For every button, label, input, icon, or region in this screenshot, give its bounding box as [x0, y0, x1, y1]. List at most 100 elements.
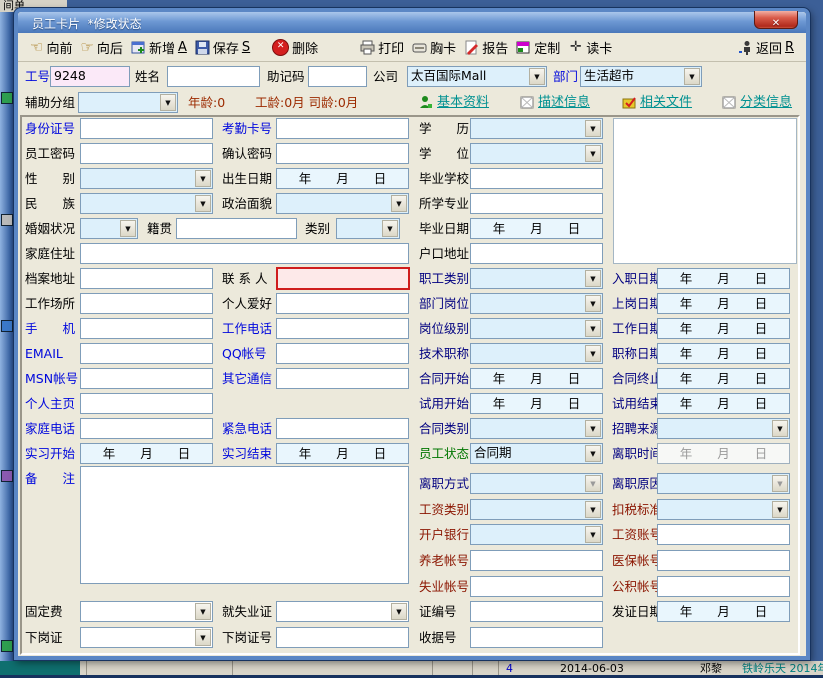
emp-no-input[interactable]: 9248 [50, 66, 130, 87]
tab-related-files[interactable]: 相关文件 [640, 92, 692, 113]
toolbar-readcard-button[interactable]: 读卡 [564, 37, 616, 58]
titlebar[interactable]: 员工卡片 *修改状态 [18, 12, 806, 34]
toolbar-delete-button[interactable]: 删除 [268, 37, 322, 58]
work-date-input[interactable]: 年 月 日 [657, 318, 790, 339]
tab-description[interactable]: 描述信息 [538, 92, 590, 113]
native-place-input[interactable] [176, 218, 297, 239]
laidoff-cert-select[interactable] [80, 627, 213, 648]
email-input[interactable] [80, 343, 213, 364]
grad-school-input[interactable] [470, 168, 603, 189]
intern-start-input[interactable]: 年 月 日 [80, 443, 213, 464]
save-icon [195, 40, 210, 55]
file-check-icon [622, 95, 637, 110]
msn-input[interactable] [80, 368, 213, 389]
toolbar-prev-button[interactable]: 向前 [26, 37, 76, 58]
home-address-input[interactable] [80, 243, 409, 264]
toolbar-print-button[interactable]: 打印 [356, 37, 408, 58]
person-icon [418, 95, 433, 110]
other-comm-input[interactable] [276, 368, 409, 389]
department-select[interactable]: 生活超市 [580, 66, 702, 87]
gender-select[interactable] [80, 168, 213, 189]
dept-post-select[interactable] [470, 293, 603, 314]
trial-end-input[interactable]: 年 月 日 [657, 393, 790, 414]
contact-input[interactable] [276, 267, 410, 290]
date-placeholder: 年 月 日 [680, 445, 768, 463]
tab-basic-info[interactable]: 基本资料 [437, 92, 489, 113]
fixed-fee-select[interactable] [80, 601, 213, 622]
toolbar-badge-button[interactable]: 胸卡 [408, 37, 460, 58]
politics-select[interactable] [276, 193, 409, 214]
unemp-cert-select[interactable] [276, 601, 409, 622]
close-button[interactable] [754, 11, 798, 29]
intern-end-input[interactable]: 年 月 日 [276, 443, 409, 464]
label-contract-end: 合同终止 [612, 368, 662, 389]
medical-account-input[interactable] [657, 550, 790, 571]
recruit-source-select[interactable] [657, 418, 790, 439]
salary-account-input[interactable] [657, 524, 790, 545]
note-icon [722, 95, 737, 110]
trial-start-input[interactable]: 年 月 日 [470, 393, 603, 414]
password-input[interactable] [80, 143, 213, 164]
registered-address-input[interactable] [470, 243, 603, 264]
name-input[interactable] [167, 66, 260, 87]
hobby-input[interactable] [276, 293, 409, 314]
title-date-input[interactable]: 年 月 日 [657, 343, 790, 364]
id-card-input[interactable] [80, 118, 213, 139]
aux-group-select[interactable] [78, 92, 178, 113]
toolbar-next-button[interactable]: 向后 [76, 37, 126, 58]
receipt-no-input[interactable] [470, 627, 603, 648]
fund-account-input[interactable] [657, 576, 790, 597]
contract-end-input[interactable]: 年 月 日 [657, 368, 790, 389]
unemploy-account-input[interactable] [470, 576, 603, 597]
emergency-phone-input[interactable] [276, 418, 409, 439]
date-placeholder: 年 月 日 [103, 445, 191, 463]
birth-date-input[interactable]: 年 月 日 [276, 168, 409, 189]
toolbar-save-button[interactable]: 保存S [191, 37, 254, 58]
file-address-input[interactable] [80, 268, 213, 289]
category-select[interactable] [336, 218, 400, 239]
pension-account-input[interactable] [470, 550, 603, 571]
grad-date-input[interactable]: 年 月 日 [470, 218, 603, 239]
post-level-select[interactable] [470, 318, 603, 339]
remark-textarea[interactable] [80, 466, 409, 584]
marital-select[interactable] [80, 218, 138, 239]
workplace-input[interactable] [80, 293, 213, 314]
label-work-date: 工作日期 [612, 318, 662, 339]
company-select[interactable]: 太百国际Mall [407, 66, 547, 87]
entry-date-input[interactable]: 年 月 日 [657, 268, 790, 289]
salary-type-select[interactable] [470, 499, 603, 520]
cert-no-input[interactable] [470, 601, 603, 622]
home-phone-input[interactable] [80, 418, 213, 439]
mobile-input[interactable] [80, 318, 213, 339]
tax-standard-select[interactable] [657, 499, 790, 520]
background-row-name: 邓黎 [700, 662, 722, 676]
laidoff-no-input[interactable] [276, 627, 409, 648]
label-major: 所学专业 [419, 193, 469, 214]
ethnic-select[interactable] [80, 193, 213, 214]
date-placeholder: 年 月 日 [680, 395, 768, 413]
attend-card-input[interactable] [276, 118, 409, 139]
cert-date-input[interactable]: 年 月 日 [657, 601, 790, 622]
emp-status-select[interactable]: 合同期 [470, 443, 603, 464]
mnemonic-input[interactable] [308, 66, 367, 87]
date-placeholder: 年 月 日 [680, 345, 768, 363]
confirm-password-input[interactable] [276, 143, 409, 164]
education-select[interactable] [470, 118, 603, 139]
label-politics: 政治面貌 [222, 193, 272, 214]
toolbar-add-button[interactable]: 新增A [127, 37, 191, 58]
tech-title-select[interactable] [470, 343, 603, 364]
tab-classification[interactable]: 分类信息 [740, 92, 792, 113]
toolbar-report-button[interactable]: 报告 [460, 37, 512, 58]
qq-input[interactable] [276, 343, 409, 364]
emp-category-select[interactable] [470, 268, 603, 289]
post-date-input[interactable]: 年 月 日 [657, 293, 790, 314]
major-input[interactable] [470, 193, 603, 214]
work-phone-input[interactable] [276, 318, 409, 339]
contract-type-select[interactable] [470, 418, 603, 439]
bank-select[interactable] [470, 524, 603, 545]
degree-select[interactable] [470, 143, 603, 164]
homepage-input[interactable] [80, 393, 213, 414]
toolbar-return-button[interactable]: 返回R [734, 37, 798, 58]
contract-start-input[interactable]: 年 月 日 [470, 368, 603, 389]
toolbar-customize-button[interactable]: 定制 [512, 37, 564, 58]
